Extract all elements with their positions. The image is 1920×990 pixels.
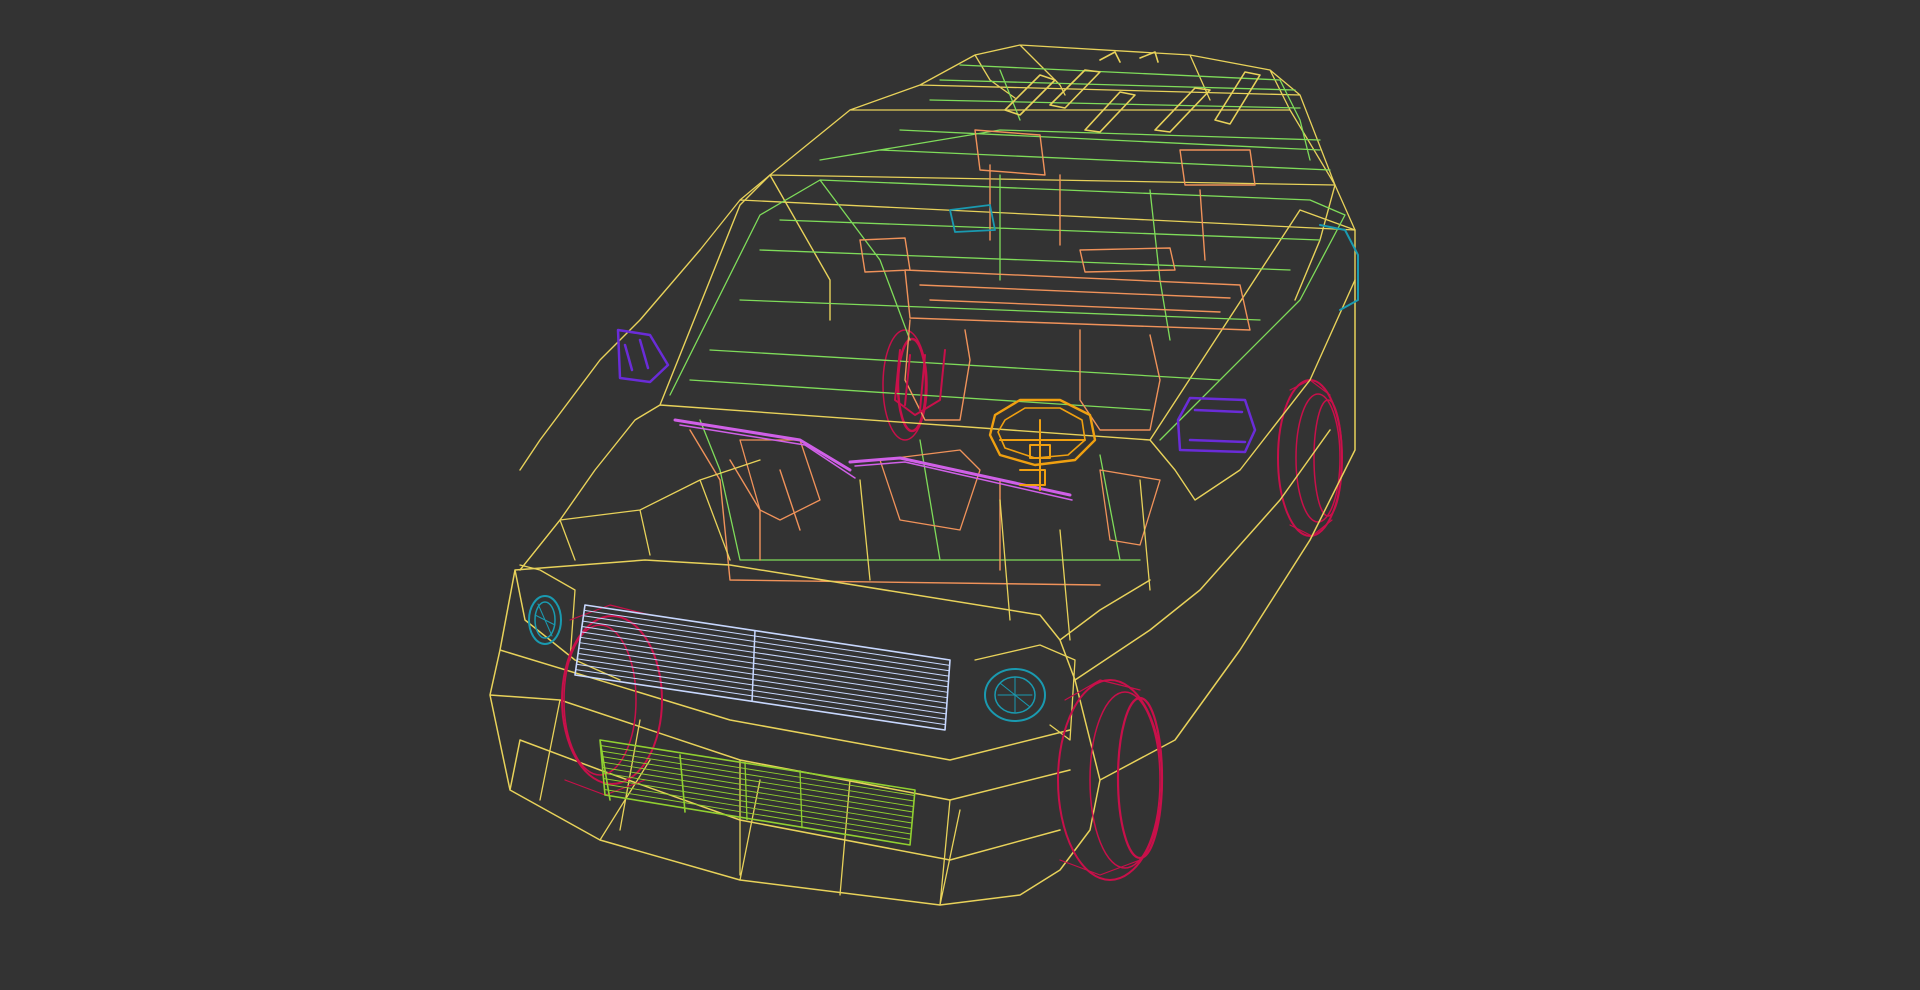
seat-accent <box>894 349 946 416</box>
roof-wireframe <box>699 44 1356 251</box>
steering-wheel <box>988 398 1097 491</box>
3d-viewport[interactable] <box>0 0 1920 990</box>
lower-grille-slat <box>603 778 912 829</box>
lower-grille-slat <box>602 772 913 824</box>
headlights <box>528 595 1046 722</box>
car-wireframe <box>489 44 1359 906</box>
seats-wireframe <box>689 129 1256 586</box>
cabin-wireframe <box>519 174 1356 571</box>
lower-grille-slat <box>604 789 911 840</box>
side-mirrors <box>616 204 1359 454</box>
lower-grille-slat <box>602 767 913 818</box>
lower-grille-slat <box>600 745 915 796</box>
windshield-wipers <box>673 418 1073 501</box>
front-grille <box>574 604 951 731</box>
front-left-wheel <box>561 604 663 796</box>
front-right-wheel <box>1057 679 1164 881</box>
lower-grille <box>599 739 916 846</box>
